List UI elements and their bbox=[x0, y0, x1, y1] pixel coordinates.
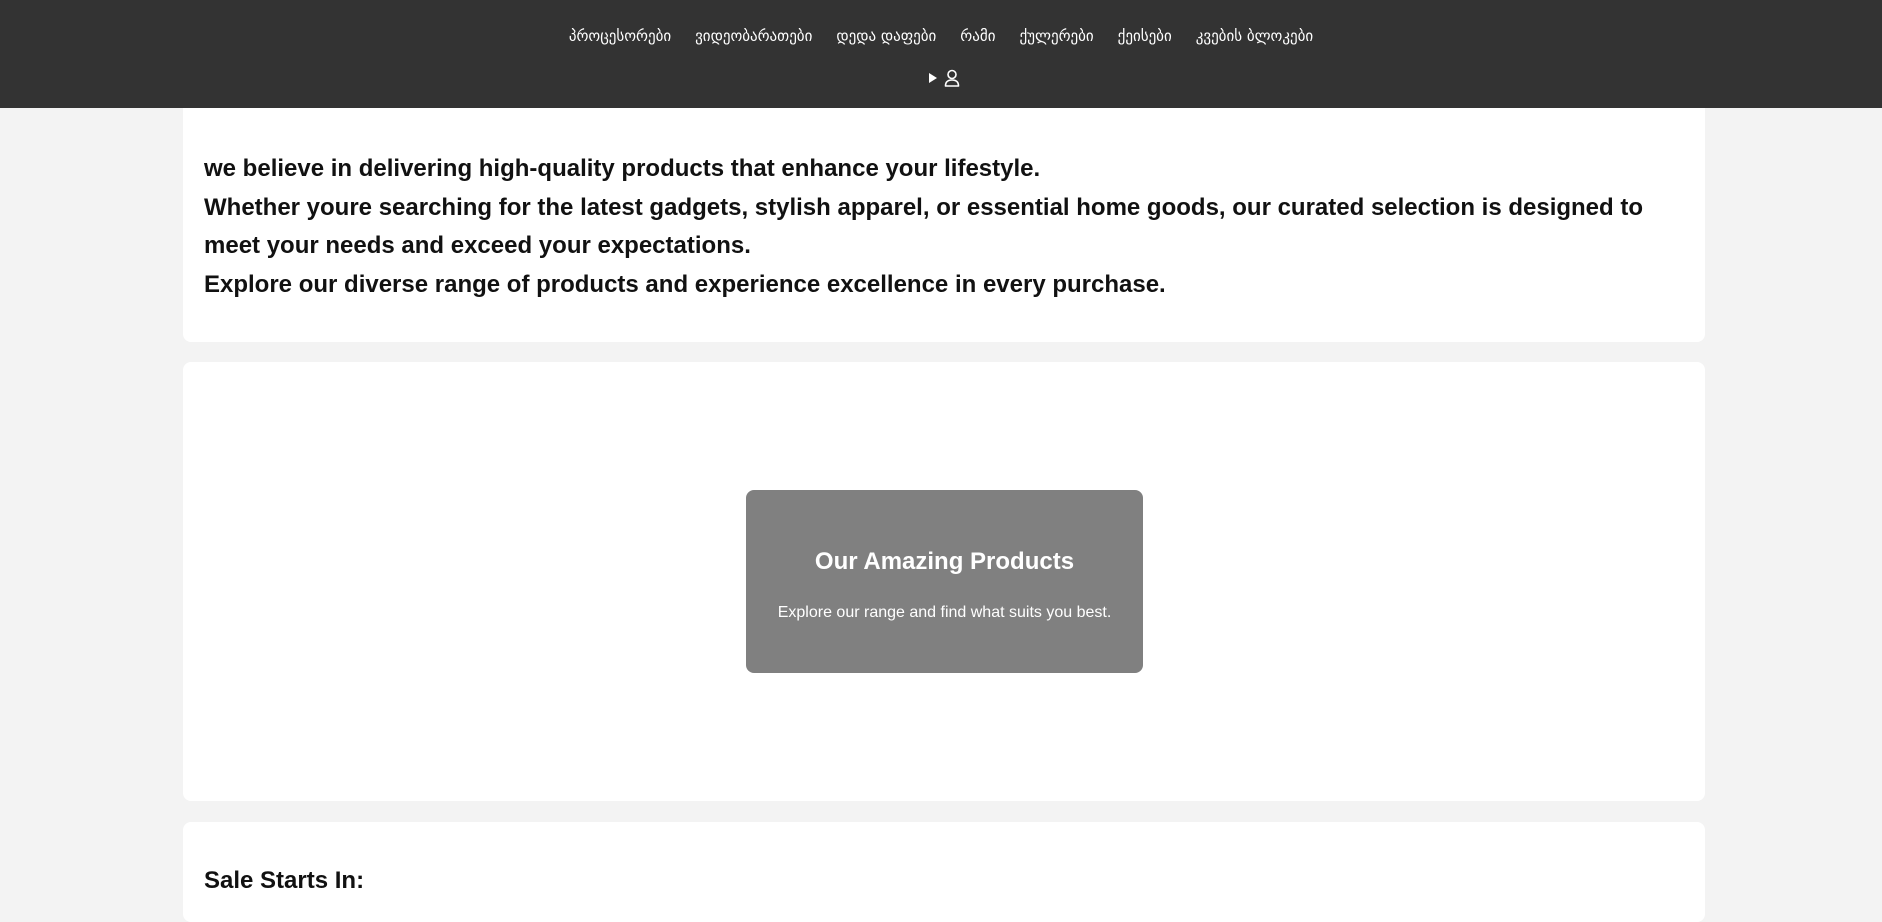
nav-item-coolers[interactable]: ქულერები bbox=[1019, 27, 1093, 45]
top-navigation-bar: პროცესორები ვიდეობარათები დედა დაფები რა… bbox=[0, 0, 1882, 108]
hero-card: Our Amazing Products Explore our range a… bbox=[183, 362, 1705, 801]
nav-item-cases[interactable]: ქეისები bbox=[1118, 27, 1172, 45]
intro-line-1: we believe in delivering high-quality pr… bbox=[204, 155, 1041, 182]
sale-card: Sale Starts In: bbox=[183, 822, 1705, 922]
main-nav: პროცესორები ვიდეობარათები დედა დაფები რა… bbox=[0, 27, 1882, 45]
sale-title: Sale Starts In: bbox=[204, 867, 365, 894]
nav-icon-row bbox=[0, 69, 1882, 87]
intro-card: we believe in delivering high-quality pr… bbox=[183, 108, 1705, 342]
nav-item-power-supplies[interactable]: კვების ბლოკები bbox=[1196, 27, 1313, 45]
intro-text: we believe in delivering high-quality pr… bbox=[204, 150, 1694, 304]
hero-subtitle: Explore our range and find what suits yo… bbox=[777, 604, 1112, 621]
nav-item-ram[interactable]: რამი bbox=[960, 27, 995, 45]
play-icon[interactable] bbox=[928, 73, 937, 83]
nav-item-video-cards[interactable]: ვიდეობარათები bbox=[695, 27, 812, 45]
intro-line-3: Explore our diverse range of products an… bbox=[204, 270, 1166, 298]
nav-item-processors[interactable]: პროცესორები bbox=[569, 27, 671, 45]
user-icon[interactable] bbox=[944, 69, 960, 87]
hero-banner: Our Amazing Products Explore our range a… bbox=[746, 490, 1143, 673]
nav-item-motherboards[interactable]: დედა დაფები bbox=[836, 27, 936, 45]
intro-line-2: Whether youre searching for the latest g… bbox=[204, 193, 1644, 260]
hero-title: Our Amazing Products bbox=[814, 548, 1075, 575]
